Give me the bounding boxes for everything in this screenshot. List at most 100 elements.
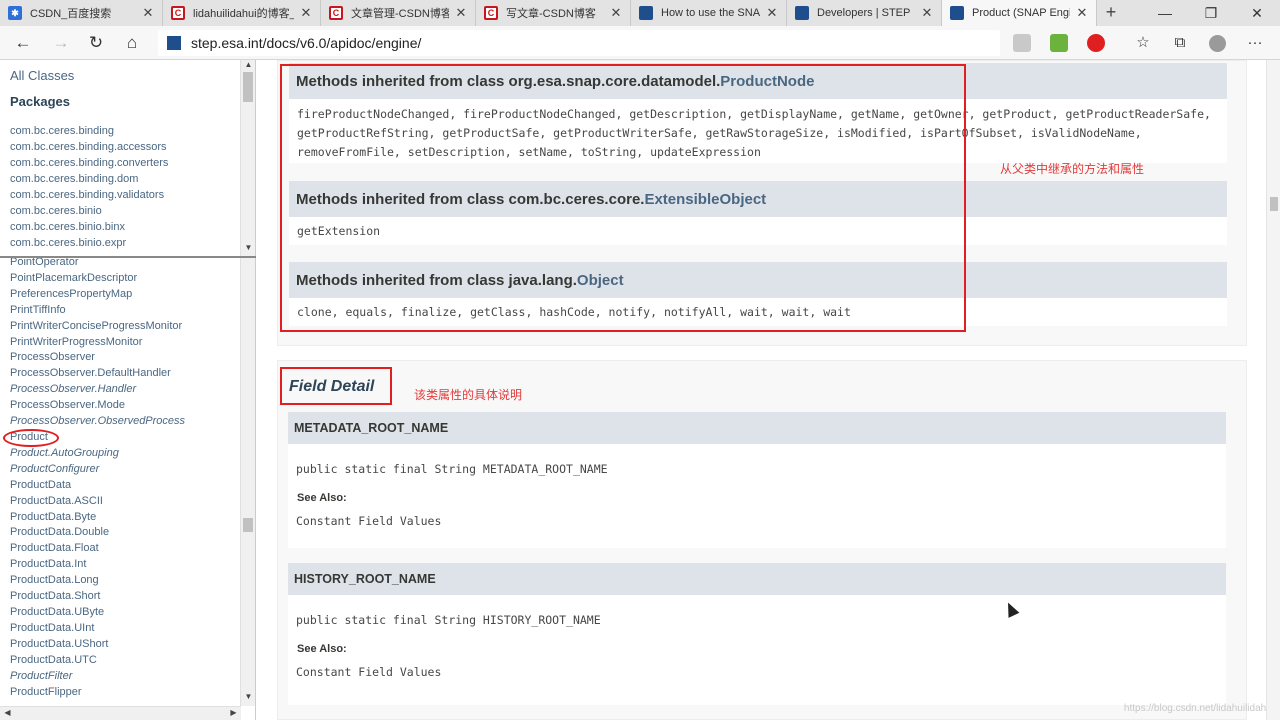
constant-field-values-link[interactable]: Constant Field Values [296,512,441,531]
main-content-frame: Methods inherited from class org.esa.sna… [259,60,1280,720]
watermark-text: https://blog.csdn.net/lidahuilidahui [1123,703,1274,714]
class-link[interactable]: ProductData.Double [10,526,109,538]
packages-scrollbar[interactable]: ▲ ▼ [240,60,255,256]
tab-product-snap-engine[interactable]: Product (SNAP Engine ✕ [942,0,1097,26]
tab-blog[interactable]: C lidahuilidahui的博客_lid ✕ [163,0,321,26]
class-link[interactable]: ProcessObserver.DefaultHandler [10,367,171,379]
interface-link[interactable]: ProcessObserver.ObservedProcess [10,415,185,427]
main-scrollbar[interactable] [1266,60,1280,720]
close-window-button[interactable]: ✕ [1234,0,1280,26]
class-link[interactable]: PointOperator [10,258,78,268]
close-icon[interactable]: ✕ [142,5,154,21]
close-icon[interactable]: ✕ [455,5,467,21]
minimize-button[interactable]: — [1142,0,1188,26]
annotation-text: 该类属性的具体说明 [414,388,523,402]
scrollbar-thumb[interactable] [243,518,253,532]
scrollbar-thumb[interactable] [1270,197,1278,211]
class-link[interactable]: ProcessObserver.Mode [10,399,125,411]
class-link[interactable]: ProductFlipper [10,686,82,698]
url-text: step.esa.int/docs/v6.0/apidoc/engine/ [191,35,422,51]
favorites-icon[interactable]: ☆ [1130,31,1156,55]
close-icon[interactable]: ✕ [766,5,778,21]
scroll-down-icon[interactable]: ▼ [241,692,255,701]
classes-scrollbar[interactable]: ▼ [240,258,255,706]
class-link[interactable]: ProductData.Float [10,542,99,554]
scroll-down-icon[interactable]: ▼ [241,243,255,252]
class-link[interactable]: ProductData.Byte [10,511,96,523]
package-link[interactable]: com.bc.ceres.binding.dom [10,173,138,185]
all-classes-link[interactable]: All Classes [10,68,74,83]
extension-green-icon[interactable] [1050,34,1068,52]
step-icon [639,6,653,20]
package-link[interactable]: com.bc.ceres.binio.expr [10,237,126,249]
tab-label: 写文章-CSDN博客 [506,8,596,20]
tab-label: Developers | STEP [817,7,911,19]
forward-button[interactable]: → [48,31,74,55]
constant-field-values-link[interactable]: Constant Field Values [296,663,441,682]
interface-link[interactable]: ProductFilter [10,670,72,682]
package-link[interactable]: com.bc.ceres.binio.binx [10,221,125,233]
package-link[interactable]: com.bc.ceres.binio [10,205,102,217]
tab-label: Product (SNAP Engine [972,7,1070,19]
class-link[interactable]: PrintTiffInfo [10,304,66,316]
highlight-circle [3,429,59,447]
class-link[interactable]: ProductData [10,479,71,491]
address-bar[interactable]: step.esa.int/docs/v6.0/apidoc/engine/ [158,30,1000,56]
class-link[interactable]: ProductData.Int [10,558,86,570]
tab-article-manage[interactable]: C 文章管理-CSDN博客 ✕ [321,0,476,26]
maximize-button[interactable]: ❐ [1188,0,1234,26]
tab-label: 文章管理-CSDN博客 [351,8,449,20]
close-icon[interactable]: ✕ [1076,5,1088,21]
class-link[interactable]: PointPlacemarkDescriptor [10,272,137,284]
csdn-icon: C [171,6,185,20]
interface-link[interactable]: Product.AutoGrouping [10,447,119,459]
class-link[interactable]: ProductData.UByte [10,606,104,618]
class-link[interactable]: ProductData.Long [10,574,99,586]
package-link[interactable]: com.bc.ceres.binding [10,125,114,137]
tab-label: lidahuilidahui的博客_lid [193,8,294,20]
back-button[interactable]: ← [10,31,36,55]
tab-developers-step[interactable]: Developers | STEP ✕ [787,0,942,26]
collections-icon[interactable]: ⧉ [1167,31,1193,55]
navigation-bar: ← → ↻ ⌂ step.esa.int/docs/v6.0/apidoc/en… [0,26,1280,60]
packages-frame: All Classes Packages com.bc.ceres.bindin… [0,60,256,256]
home-button[interactable]: ⌂ [119,31,145,55]
close-icon[interactable]: ✕ [610,5,622,21]
classes-frame: PointOperator PointPlacemarkDescriptor P… [0,258,256,720]
class-link[interactable]: PrintWriterProgressMonitor [10,336,142,348]
see-also-label: See Also: [297,492,347,504]
new-tab-button[interactable]: + [1101,3,1121,23]
package-link[interactable]: com.bc.ceres.binding.converters [10,157,168,169]
close-icon[interactable]: ✕ [921,5,933,21]
scroll-left-icon[interactable]: ◀ [0,708,15,717]
tab-csdn-baidu[interactable]: ✱ CSDN_百度搜索 ✕ [0,0,163,26]
scroll-up-icon[interactable]: ▲ [241,60,255,69]
scroll-right-icon[interactable]: ▶ [226,708,241,717]
class-link[interactable]: ProductData.UInt [10,622,94,634]
field-signature: public static final String HISTORY_ROOT_… [296,613,601,627]
extension-icon[interactable] [1013,34,1031,52]
profile-avatar[interactable] [1209,35,1226,52]
csdn-icon: C [329,6,343,20]
close-icon[interactable]: ✕ [300,5,312,21]
class-link[interactable]: ProductData.UShort [10,638,108,650]
class-link[interactable]: ProductData.ASCII [10,495,103,507]
horizontal-scrollbar[interactable]: ◀ ▶ [0,706,241,720]
class-link[interactable]: PrintWriterConciseProgressMonitor [10,320,182,332]
tab-write-article[interactable]: C 写文章-CSDN博客 ✕ [476,0,631,26]
class-link[interactable]: ProcessObserver [10,351,95,363]
interface-link[interactable]: ProductConfigurer [10,463,99,475]
class-link[interactable]: ProductData.UTC [10,654,97,666]
package-link[interactable]: com.bc.ceres.binding.accessors [10,141,167,153]
menu-icon[interactable]: ··· [1242,31,1268,55]
tab-snap-howto[interactable]: How to use the SNAP A ✕ [631,0,787,26]
packages-heading: Packages [10,94,70,109]
interface-link[interactable]: ProcessObserver.Handler [10,383,136,395]
annotation-text: 从父类中继承的方法和属性 [1000,162,1145,176]
extension-red-icon[interactable] [1087,34,1105,52]
class-link[interactable]: PreferencesPropertyMap [10,288,132,300]
scrollbar-thumb[interactable] [243,72,253,102]
package-link[interactable]: com.bc.ceres.binding.validators [10,189,164,201]
reload-button[interactable]: ↻ [83,31,109,55]
class-link[interactable]: ProductData.Short [10,590,101,602]
